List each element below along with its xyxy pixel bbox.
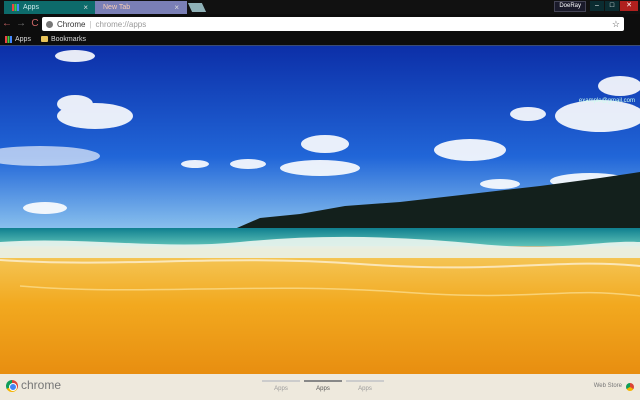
new-tab-button[interactable] [187, 3, 207, 12]
tab-apps[interactable]: Apps × [4, 1, 96, 14]
bookmark-star-icon[interactable]: ☆ [612, 19, 620, 30]
omnibox[interactable]: Chrome | chrome://apps ☆ [42, 17, 624, 31]
omnibox-brand: Chrome [57, 19, 86, 29]
tab-strip: Apps × New Tab × DoeRay – □ ✕ [0, 0, 640, 14]
background-wallpaper: example@gmail.com [0, 46, 640, 374]
beach-scene-image [0, 46, 640, 374]
page-indicator-bar [346, 380, 384, 382]
tab-new-tab[interactable]: New Tab × [95, 1, 187, 14]
tab-label: Apps [23, 4, 39, 11]
bookmark-apps[interactable]: Apps [5, 35, 31, 43]
bookmark-folder[interactable]: Bookmarks [40, 35, 86, 43]
page-tab-active[interactable]: Apps [304, 380, 342, 392]
account-email[interactable]: example@gmail.com [579, 98, 635, 104]
page-tab-label: Apps [358, 386, 372, 392]
page-tab-label: Apps [274, 386, 288, 392]
tab-label: New Tab [103, 4, 131, 11]
bookmark-label: Apps [15, 35, 31, 43]
app-launcher-footer: chrome Apps Apps Apps Web Store [0, 374, 640, 400]
page-tab[interactable]: Apps [262, 380, 300, 392]
close-icon[interactable]: × [83, 3, 88, 12]
chrome-page-icon [46, 20, 53, 28]
window-close-button[interactable]: ✕ [620, 1, 638, 11]
omnibox-separator: | [89, 19, 92, 29]
chrome-wordmark: chrome [21, 378, 62, 392]
webstore-link[interactable]: Web Store [594, 383, 622, 389]
reload-button[interactable]: C [28, 18, 42, 29]
forward-button[interactable]: → [14, 18, 28, 29]
apps-grid-icon [5, 35, 12, 43]
page-switcher: Apps Apps Apps [262, 380, 384, 392]
page-indicator-bar [304, 380, 342, 382]
bookmarks-bar: Apps Bookmarks [0, 33, 640, 46]
folder-icon [40, 36, 48, 42]
page-tab[interactable]: Apps [346, 380, 384, 392]
page-tab-label: Apps [316, 386, 330, 392]
minimize-button[interactable]: – [590, 1, 604, 11]
webstore-icon[interactable] [626, 383, 634, 391]
toolbar: ← → C Chrome | chrome://apps ☆ [0, 14, 640, 33]
close-icon[interactable]: × [174, 3, 179, 12]
bookmark-label: Bookmarks [50, 35, 86, 43]
back-button[interactable]: ← [0, 18, 14, 29]
page-indicator-bar [262, 380, 300, 382]
maximize-button[interactable]: □ [605, 1, 619, 11]
omnibox-url[interactable]: chrome://apps [96, 20, 147, 29]
chrome-logo-icon [6, 380, 18, 392]
profile-button[interactable]: DoeRay [554, 1, 586, 12]
apps-grid-icon [12, 4, 19, 11]
